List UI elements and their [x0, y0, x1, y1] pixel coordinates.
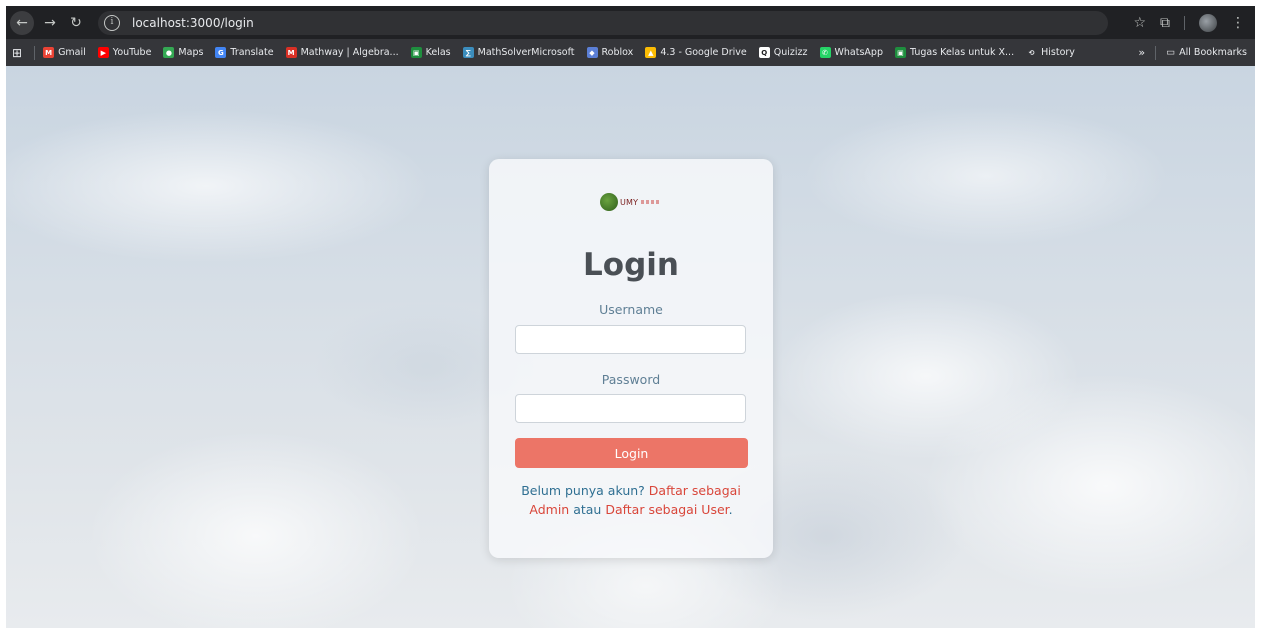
username-field[interactable]	[515, 325, 746, 354]
more-bookmarks-button[interactable]: »	[1138, 46, 1145, 59]
reload-button[interactable]: ↻	[66, 13, 86, 33]
login-button[interactable]: Login	[515, 438, 748, 468]
bookmark-label: Kelas	[425, 47, 451, 58]
bookmark-item[interactable]: ● Maps	[163, 47, 203, 58]
bookmark-item[interactable]: ∑ MathSolverMicrosoft	[462, 47, 575, 58]
register-end-text: .	[728, 502, 733, 517]
browser-window: ← → ↻ i localhost:3000/login ☆ ⧉ ⋮ ⊞ M Gm…	[6, 6, 1255, 628]
classroom-icon: ▣	[410, 47, 422, 58]
umy-logo: UMY	[600, 193, 662, 211]
toolbar-divider	[1184, 15, 1185, 30]
bookmark-star-icon[interactable]: ☆	[1133, 15, 1146, 31]
logo-emblem-icon	[600, 193, 618, 211]
bookmark-label: MathSolverMicrosoft	[477, 47, 575, 58]
bookmarks-bar: ⊞ M Gmail ▶ YouTube ● Maps G Translate M Mathway …	[6, 39, 1255, 66]
all-bookmarks-button[interactable]: All Bookmarks	[1179, 47, 1247, 58]
profile-avatar[interactable]	[1199, 13, 1217, 32]
bookmark-label: Maps	[178, 47, 204, 58]
quizizz-icon: Q	[758, 47, 770, 58]
back-arrow-icon: ←	[16, 14, 28, 31]
bookmark-item[interactable]: ▲ 4.3 - Google Drive	[645, 47, 747, 58]
forward-arrow-icon: →	[44, 14, 56, 31]
google-drive-icon: ▲	[645, 47, 657, 58]
register-prompt: Belum punya akun? Daftar sebagai Admin a…	[509, 481, 753, 519]
password-label: Password	[601, 372, 661, 387]
username-label: Username	[599, 302, 663, 317]
youtube-icon: ▶	[97, 47, 109, 58]
mathway-icon: M	[285, 47, 297, 58]
site-info-icon[interactable]: i	[104, 14, 120, 31]
bookmarks-right: » ▭ All Bookmarks	[1138, 45, 1247, 60]
bookmark-item[interactable]: ✆ WhatsApp	[819, 47, 883, 58]
bookmarks-divider	[34, 45, 36, 60]
bookmark-item[interactable]: ◆ Roblox	[586, 47, 634, 58]
bookmark-item[interactable]: M Gmail	[43, 47, 86, 58]
bookmark-item[interactable]: ▶ YouTube	[97, 47, 152, 58]
register-prompt-text: Belum punya akun?	[521, 483, 649, 498]
whatsapp-icon: ✆	[819, 47, 831, 58]
bookmark-label: YouTube	[112, 47, 152, 58]
bookmark-item[interactable]: ▣ Tugas Kelas untuk X...	[894, 47, 1015, 58]
bookmark-label: Tugas Kelas untuk X...	[909, 47, 1015, 58]
bookmark-label: Mathway | Algebra...	[300, 47, 399, 58]
login-card: UMY Login Username Password Login Belum …	[489, 159, 773, 558]
logo-subtext	[641, 200, 662, 204]
bookmark-item[interactable]: G Translate	[215, 47, 274, 58]
bookmark-label: Roblox	[601, 47, 634, 58]
bookmark-item[interactable]: M Mathway | Algebra...	[285, 47, 399, 58]
bookmark-label: 4.3 - Google Drive	[660, 47, 747, 58]
page-background: UMY Login Username Password Login Belum …	[6, 66, 1255, 628]
register-connector-text: atau	[569, 502, 606, 517]
gmail-icon: M	[43, 47, 55, 58]
classroom-icon: ▣	[894, 47, 906, 58]
bookmark-item[interactable]: ▣ Kelas	[410, 47, 451, 58]
translate-icon: G	[215, 47, 227, 58]
address-bar[interactable]: i localhost:3000/login	[98, 10, 1108, 35]
bookmark-label: WhatsApp	[834, 47, 883, 58]
apps-grid-icon[interactable]: ⊞	[12, 46, 22, 60]
bookmark-label: History	[1041, 47, 1075, 58]
logo-text: UMY	[620, 197, 639, 207]
browser-toolbar: ← → ↻ i localhost:3000/login ☆ ⧉ ⋮	[6, 6, 1255, 39]
bookmark-item[interactable]: ⟲ History	[1026, 47, 1075, 58]
history-icon: ⟲	[1028, 48, 1035, 57]
password-field[interactable]	[515, 394, 746, 423]
url-text[interactable]: localhost:3000/login	[132, 16, 254, 30]
folder-icon: ▭	[1166, 47, 1176, 58]
maps-icon: ●	[163, 47, 175, 58]
extensions-icon[interactable]: ⧉	[1160, 15, 1170, 31]
bookmarks-right-divider	[1155, 45, 1157, 60]
roblox-icon: ◆	[586, 47, 598, 58]
bookmark-label: Gmail	[58, 47, 86, 58]
page-title: Login	[583, 247, 679, 283]
toolbar-actions: ☆ ⧉ ⋮	[1133, 13, 1245, 32]
bookmark-item[interactable]: Q Quizizz	[758, 47, 808, 58]
bookmark-label: Translate	[230, 47, 274, 58]
register-user-link[interactable]: Daftar sebagai User	[605, 502, 728, 517]
back-button[interactable]: ←	[10, 10, 34, 35]
menu-kebab-icon[interactable]: ⋮	[1231, 15, 1245, 31]
bookmark-label: Quizizz	[773, 47, 808, 58]
mathsolver-icon: ∑	[462, 47, 474, 58]
reload-icon: ↻	[70, 14, 82, 31]
forward-button[interactable]: →	[40, 13, 60, 33]
